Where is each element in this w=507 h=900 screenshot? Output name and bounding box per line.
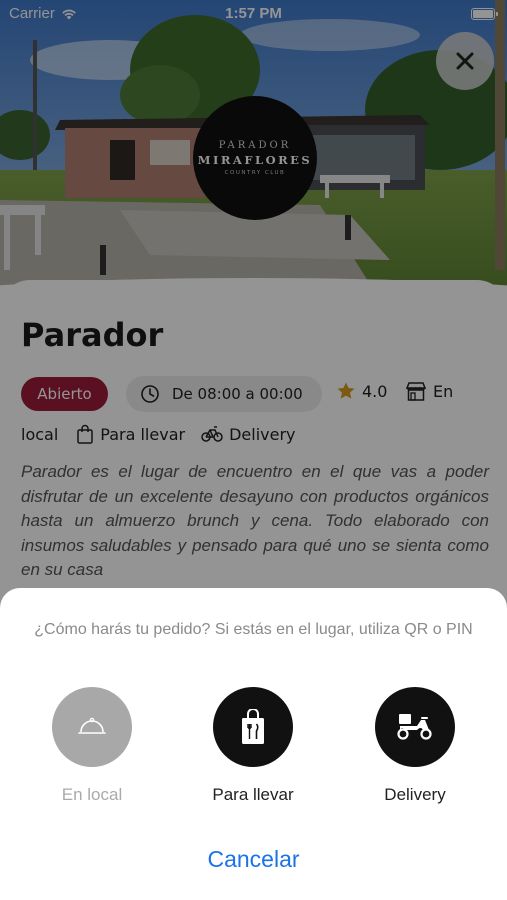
- order-type-sheet: ¿Cómo harás tu pedido? Si estás en el lu…: [0, 588, 507, 900]
- option-dine-in-label: En local: [61, 785, 123, 804]
- option-delivery[interactable]: Delivery: [345, 687, 485, 805]
- option-dine-in-circle: [52, 687, 132, 767]
- option-dine-in[interactable]: En local: [22, 687, 162, 805]
- option-takeaway[interactable]: Para llevar: [183, 687, 323, 805]
- cloche-icon: [78, 717, 106, 734]
- option-takeaway-label: Para llevar: [212, 785, 294, 804]
- option-delivery-label: Delivery: [384, 785, 446, 804]
- app-screen: Carrier 1:57 PM PARADOR MIRAFLORES COUNT…: [0, 0, 507, 900]
- option-takeaway-circle: [213, 687, 293, 767]
- takeaway-bag-icon: [242, 709, 264, 744]
- sheet-prompt: ¿Cómo harás tu pedido? Si estás en el lu…: [34, 621, 473, 638]
- option-delivery-circle: [375, 687, 455, 767]
- delivery-scooter-icon: [397, 714, 432, 740]
- cancel-button[interactable]: Cancelar: [0, 846, 507, 873]
